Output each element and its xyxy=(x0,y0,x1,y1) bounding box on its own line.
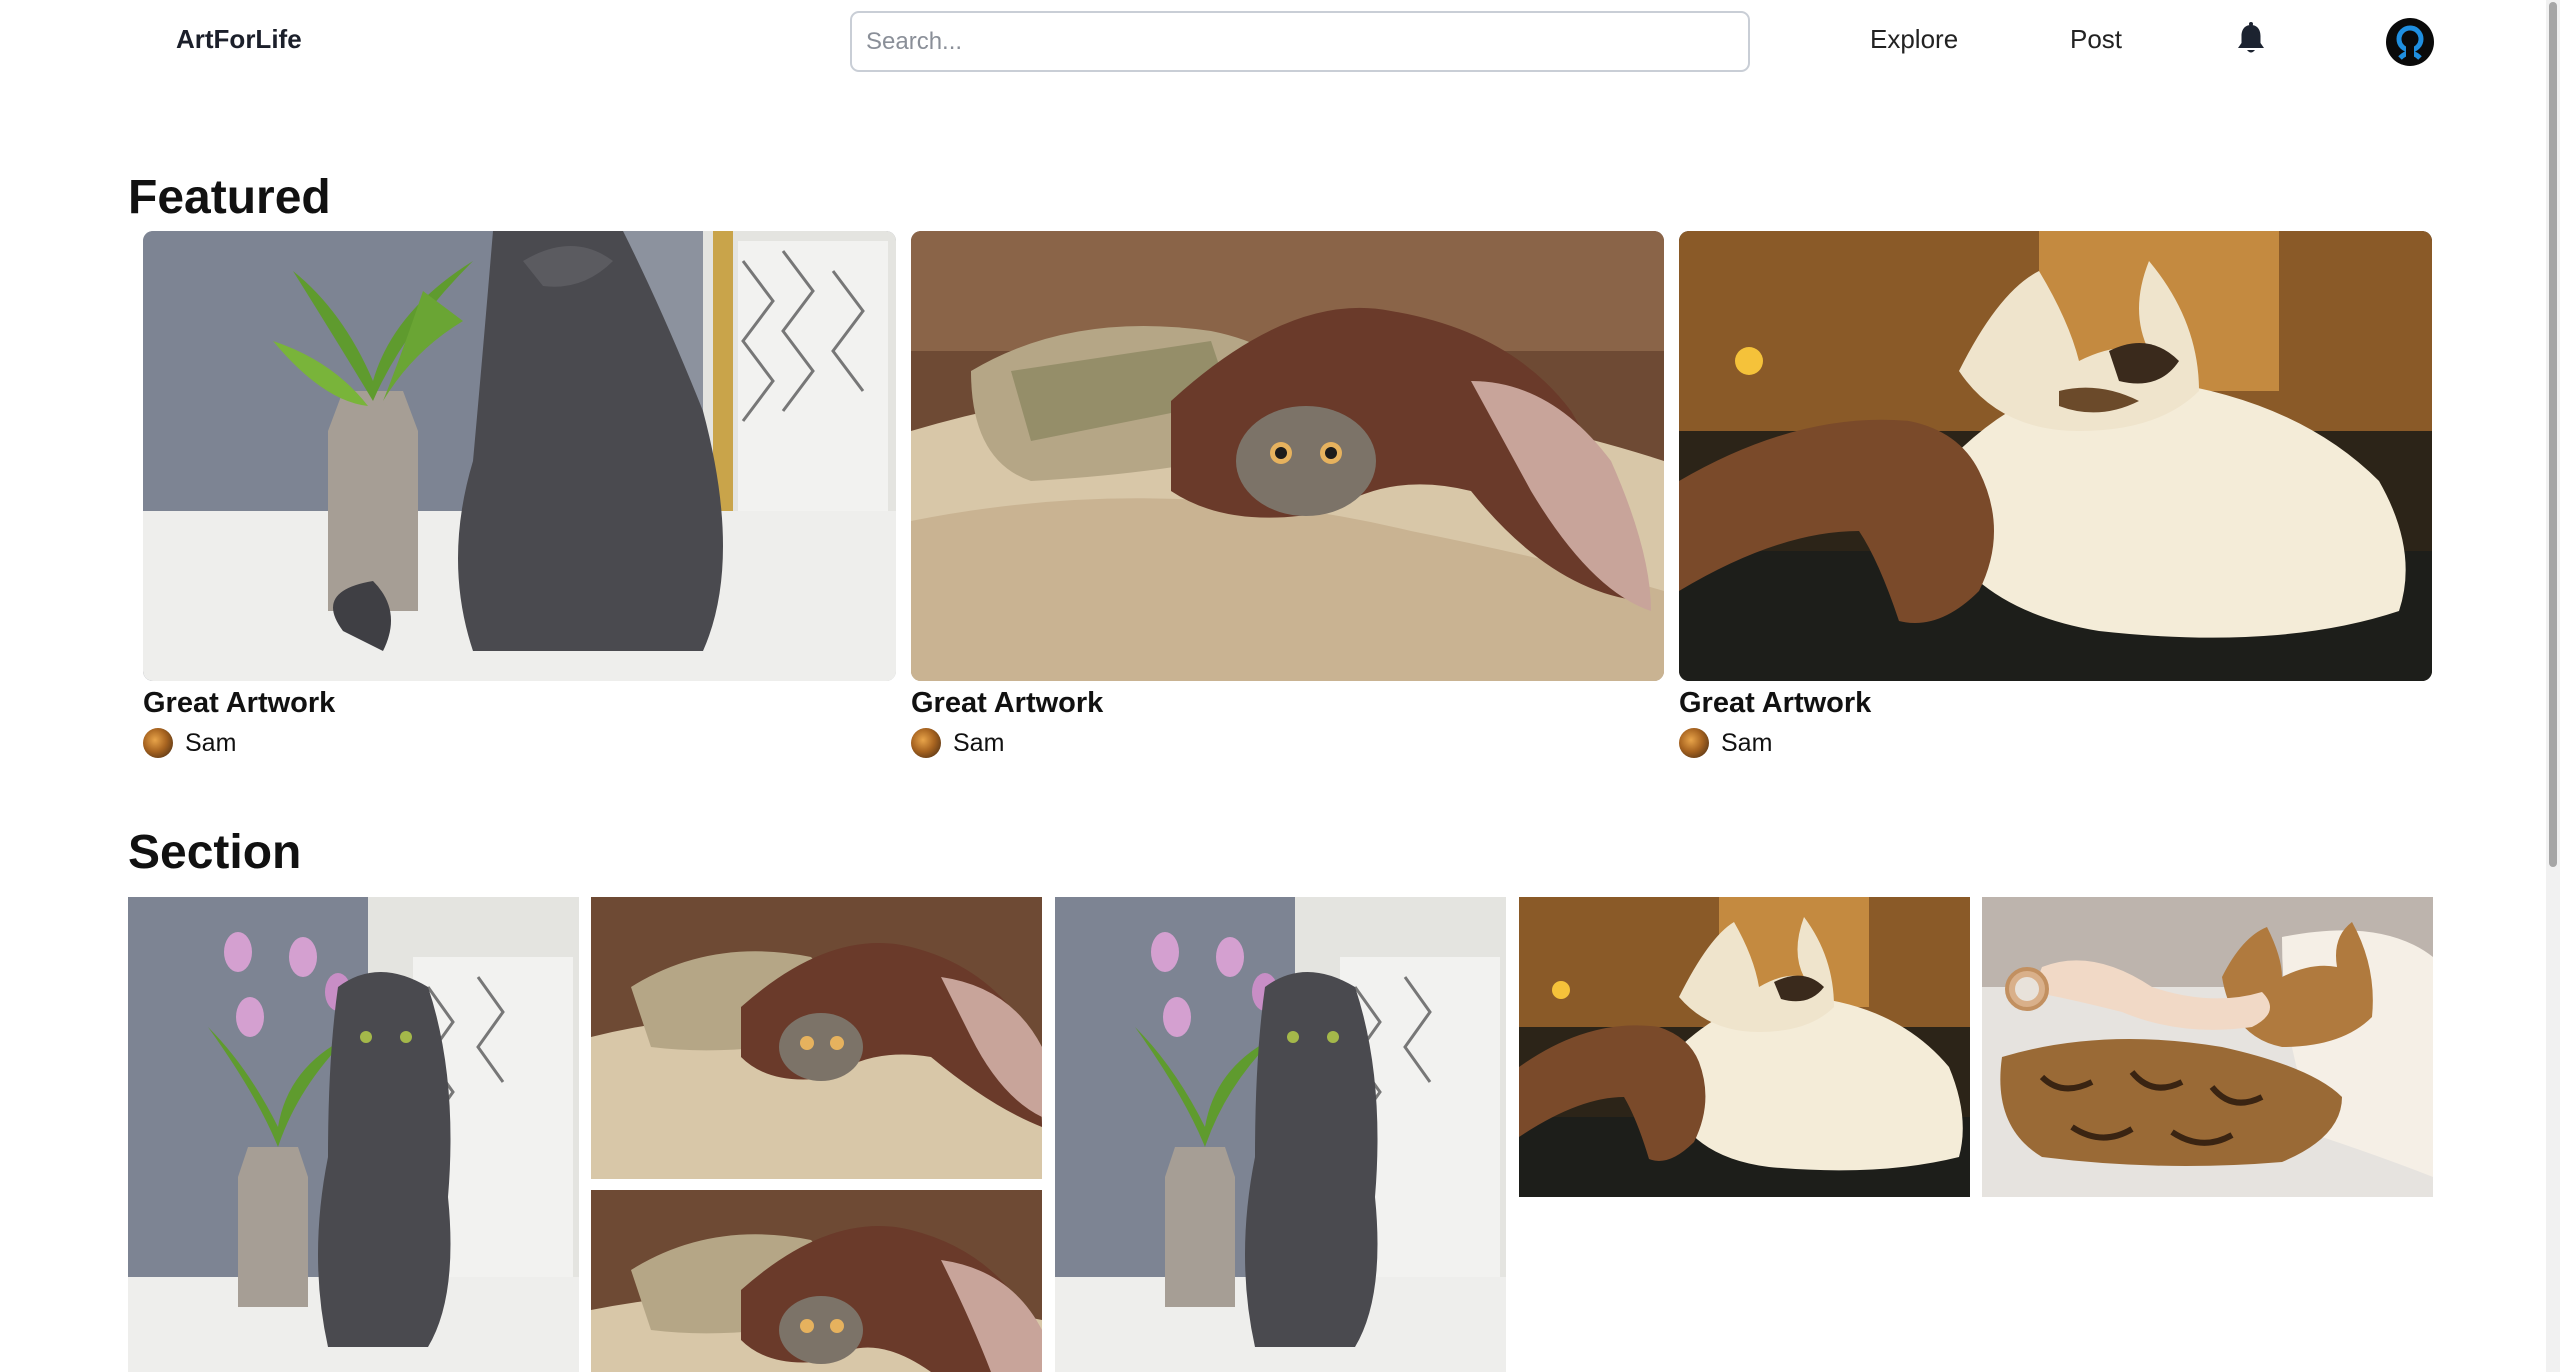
bell-icon[interactable] xyxy=(2235,22,2267,56)
user-avatar-icon[interactable] xyxy=(2386,18,2434,66)
author-name[interactable]: Sam xyxy=(185,729,236,758)
author-avatar xyxy=(911,728,941,758)
featured-card[interactable]: Great Artwork Sam xyxy=(143,231,896,759)
author-avatar xyxy=(143,728,173,758)
card-author[interactable]: Sam xyxy=(1679,727,2432,759)
gallery-tile-tabby-cat[interactable] xyxy=(591,1190,1042,1372)
card-title[interactable]: Great Artwork xyxy=(911,685,1664,721)
featured-heading: Featured xyxy=(128,171,331,224)
featured-card[interactable]: Great Artwork Sam xyxy=(1679,231,2432,759)
card-title[interactable]: Great Artwork xyxy=(143,685,896,721)
section-heading: Section xyxy=(128,826,302,879)
author-avatar xyxy=(1679,728,1709,758)
card-author[interactable]: Sam xyxy=(143,727,896,759)
author-name[interactable]: Sam xyxy=(953,729,1004,758)
scrollbar-thumb[interactable] xyxy=(2549,2,2557,867)
page-scrollbar[interactable] xyxy=(2546,0,2560,1372)
gallery-tile-grey-cat-tulips[interactable] xyxy=(128,897,579,1372)
artwork-image-tabby-cat[interactable] xyxy=(911,231,1664,681)
gallery-tile-calico-cat[interactable] xyxy=(1519,897,1970,1197)
artwork-image-calico-cat[interactable] xyxy=(1679,231,2432,681)
card-title[interactable]: Great Artwork xyxy=(1679,685,2432,721)
top-navigation-bar: ArtForLife Explore Post xyxy=(0,0,2560,84)
gallery-tile-grey-cat-tulips[interactable] xyxy=(1055,897,1506,1372)
artwork-image-grey-cat[interactable] xyxy=(143,231,896,681)
brand-logo[interactable]: ArtForLife xyxy=(176,24,302,55)
gallery-tile-tabby-cat[interactable] xyxy=(591,897,1042,1179)
nav-post-link[interactable]: Post xyxy=(2070,24,2122,55)
gallery-tile-bengal-cat[interactable] xyxy=(1982,897,2433,1197)
author-name[interactable]: Sam xyxy=(1721,729,1772,758)
nav-explore-link[interactable]: Explore xyxy=(1870,24,1958,55)
featured-card[interactable]: Great Artwork Sam xyxy=(911,231,1664,759)
search-input[interactable] xyxy=(850,11,1750,72)
page: ArtForLife Explore Post Featured xyxy=(0,0,2560,1372)
card-author[interactable]: Sam xyxy=(911,727,1664,759)
